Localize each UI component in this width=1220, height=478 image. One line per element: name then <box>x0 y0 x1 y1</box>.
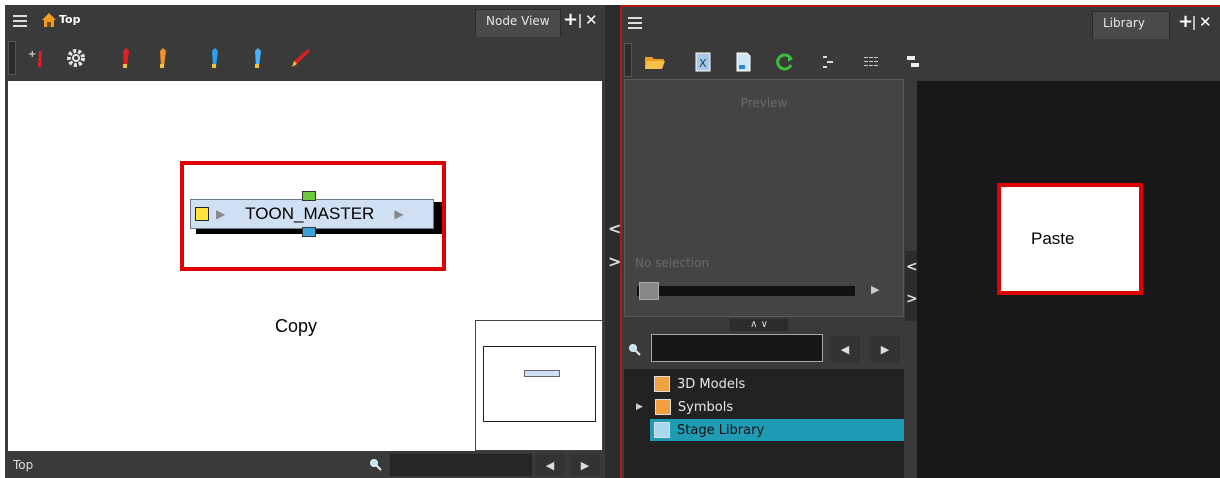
library-search-input[interactable] <box>651 334 823 362</box>
tree-view-icon[interactable] <box>816 49 842 75</box>
add-node-icon[interactable]: + <box>25 45 51 71</box>
tree-item-label: 3D Models <box>677 376 746 392</box>
red-brush-icon[interactable] <box>113 45 139 71</box>
expand-arrow-icon[interactable]: ▶ <box>636 402 643 412</box>
tree-item-stage-library[interactable]: Stage Library <box>650 419 904 441</box>
search-icon <box>369 457 383 471</box>
library-previous-button[interactable]: ◀ <box>830 336 860 362</box>
tree-item-label: Stage Library <box>677 422 765 438</box>
red-pen-icon[interactable] <box>287 45 313 71</box>
folder-icon[interactable] <box>642 49 668 75</box>
previous-button[interactable]: ◀ <box>535 454 565 476</box>
node-left-arrow-icon[interactable]: ▶ <box>216 207 225 221</box>
tab-divider <box>579 14 581 28</box>
library-tabbar: Library + ✕ <box>622 7 1220 39</box>
close-icon[interactable]: ✕ <box>1199 13 1212 31</box>
close-icon[interactable]: ✕ <box>585 11 598 29</box>
collapse-icon[interactable] <box>900 49 926 75</box>
library-panel: Library + ✕ X Preview No selection ▶ ∧ ∨… <box>620 5 1220 478</box>
collapse-left-icon[interactable]: < <box>906 259 918 275</box>
node-canvas[interactable]: ▶ TOON_MASTER ▶ Copy <box>8 81 603 451</box>
refresh-icon[interactable] <box>772 49 798 75</box>
tree-item-label: Symbols <box>677 399 734 415</box>
expand-right-icon[interactable]: > <box>906 291 918 307</box>
library-search-icon <box>628 342 642 356</box>
tab-library[interactable]: Library <box>1092 11 1170 39</box>
node-view-status-bar: Top ◀ ▶ <box>5 451 605 478</box>
node-color-swatch <box>195 207 209 221</box>
x-sheet-icon[interactable]: X <box>690 49 716 75</box>
home-icon[interactable] <box>41 12 57 28</box>
preview-title: Preview <box>740 96 788 110</box>
tab-divider <box>1193 16 1195 30</box>
status-label: Top <box>13 458 34 472</box>
add-tab-icon[interactable]: + <box>563 11 578 29</box>
svg-text:X: X <box>699 57 707 70</box>
list-view-icon[interactable] <box>858 49 884 75</box>
library-tree: 3D Models ▶ Symbols Stage Library <box>624 369 904 478</box>
inner-splitter[interactable]: < > <box>905 251 918 321</box>
copy-caption: Copy <box>275 316 318 336</box>
blue-brush-icon[interactable] <box>202 45 228 71</box>
node-view-tabbar: Top Node View + ✕ <box>5 5 605 37</box>
preview-scrubber-handle[interactable] <box>639 282 659 300</box>
preview-scrubber-track[interactable] <box>637 286 855 296</box>
node-view-panel: Top Node View + ✕ + ▶ TOON_MASTER ▶ Copy… <box>5 5 605 478</box>
folder-icon <box>654 376 670 392</box>
menu-icon[interactable] <box>13 15 27 27</box>
node-right-arrow-icon[interactable]: ▶ <box>394 207 403 221</box>
navigator-map[interactable] <box>475 320 603 451</box>
paste-highlight-frame: Paste <box>997 183 1143 295</box>
gear-icon[interactable] <box>63 45 89 71</box>
add-tab-icon[interactable]: + <box>1178 13 1193 31</box>
tree-item-symbols[interactable]: ▶ Symbols <box>624 396 904 418</box>
svg-text:+: + <box>28 49 36 60</box>
navigator-node-thumbnail <box>524 370 560 377</box>
preview-splitter-handle[interactable]: ∧ ∨ <box>730 319 788 331</box>
library-next-button[interactable]: ▶ <box>870 336 900 362</box>
library-toolbar: X <box>622 39 1220 83</box>
preview-area: Preview No selection ▶ <box>624 79 904 317</box>
navigator-viewport[interactable] <box>483 346 596 422</box>
node-output-port[interactable] <box>302 227 316 237</box>
folder-icon <box>654 399 671 415</box>
library-icon <box>654 422 670 438</box>
node-input-port[interactable] <box>302 191 316 201</box>
node-view-toolbar: + <box>5 37 605 81</box>
orange-brush-icon[interactable] <box>150 45 176 71</box>
no-selection-label: No selection <box>635 256 710 270</box>
blue-brush-2-icon[interactable] <box>245 45 271 71</box>
next-button[interactable]: ▶ <box>570 454 600 476</box>
panel-splitter[interactable]: < > <box>605 5 621 478</box>
tree-item-3d-models[interactable]: 3D Models <box>624 373 904 395</box>
page-icon[interactable] <box>730 49 756 75</box>
node-name: TOON_MASTER <box>245 204 375 223</box>
play-icon[interactable]: ▶ <box>871 283 879 296</box>
node-toon-master[interactable]: ▶ TOON_MASTER ▶ <box>190 199 434 229</box>
breadcrumb[interactable]: Top <box>59 13 80 26</box>
toolbar-grip[interactable] <box>624 43 632 77</box>
library-contents-area[interactable]: Paste <box>917 81 1220 478</box>
toolbar-grip[interactable] <box>8 41 16 75</box>
paste-caption: Paste <box>1031 229 1075 248</box>
menu-icon[interactable] <box>628 17 642 29</box>
search-input[interactable] <box>390 454 532 476</box>
tab-node-view[interactable]: Node View <box>475 9 561 37</box>
